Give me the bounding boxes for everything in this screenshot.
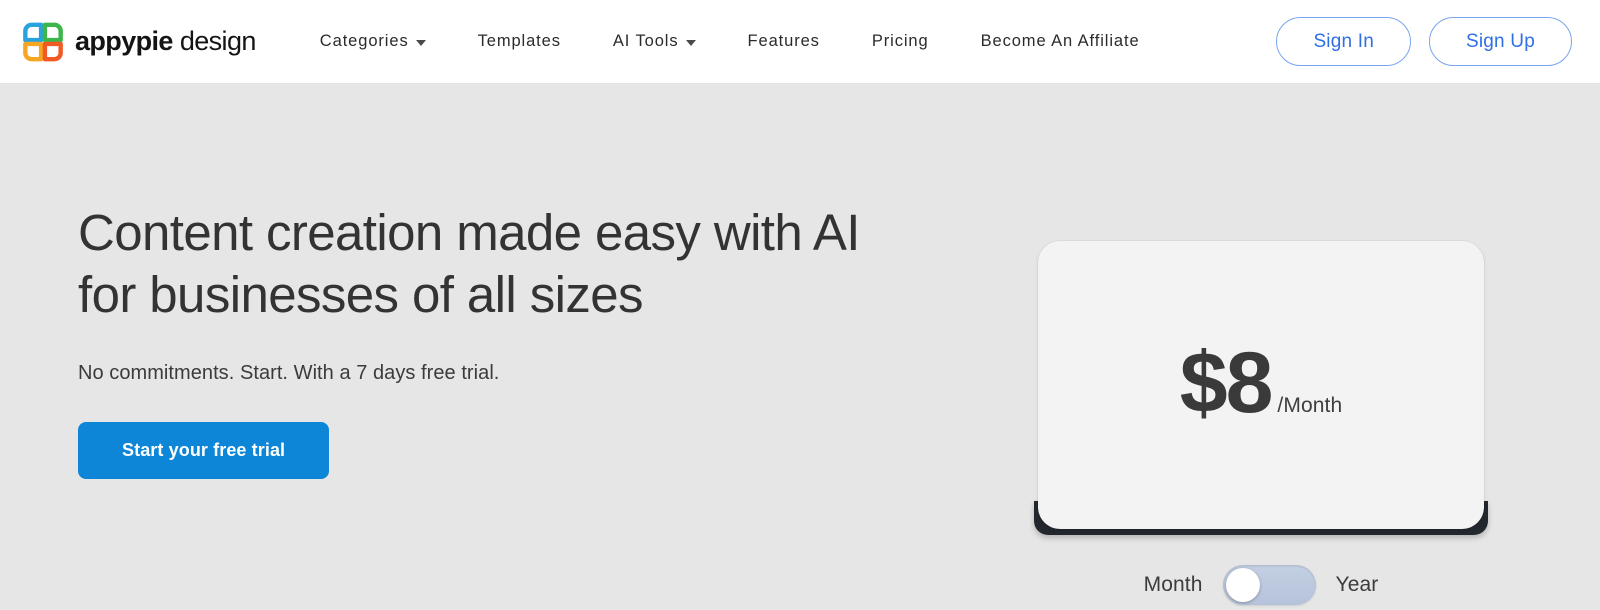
headline-line-1: Content creation made easy with AI xyxy=(78,204,860,261)
nav-label-categories: Categories xyxy=(319,32,409,50)
site-header: appypie design Categories Templates AI To… xyxy=(0,0,1600,84)
price-display: $8 /Month xyxy=(1180,340,1342,426)
nav-label-ai-tools: AI Tools xyxy=(612,32,679,50)
chevron-down-icon xyxy=(415,40,426,46)
brand-name-bold: appypie xyxy=(75,26,173,56)
hero-subtitle: No commitments. Start. With a 7 days fre… xyxy=(78,362,500,385)
page-title: Content creation made easy with AI for b… xyxy=(78,202,958,326)
nav-label-features: Features xyxy=(747,32,820,50)
main-navigation: Categories Templates AI Tools Features P… xyxy=(294,22,1277,61)
brand-name-light: design xyxy=(179,26,257,56)
hero-copy-block: Content creation made easy with AI for b… xyxy=(78,202,978,480)
billing-label-year[interactable]: Year xyxy=(1336,573,1379,597)
appypie-pinwheel-logo-icon xyxy=(23,22,63,61)
nav-label-templates: Templates xyxy=(477,32,561,50)
nav-item-features[interactable]: Features xyxy=(722,22,846,61)
nav-item-templates[interactable]: Templates xyxy=(452,22,587,61)
price-card: $8 /Month xyxy=(1038,241,1484,529)
brand-wordmark: appypie design xyxy=(75,28,256,55)
price-card-wrapper: $8 /Month xyxy=(1034,241,1488,535)
brand-logo-link[interactable]: appypie design xyxy=(22,21,256,63)
switch-knob xyxy=(1225,568,1260,602)
hero-section: Content creation made easy with AI for b… xyxy=(0,84,1600,610)
nav-label-become-an-affiliate: Become An Affiliate xyxy=(980,32,1140,50)
nav-item-ai-tools[interactable]: AI Tools xyxy=(587,22,722,61)
billing-period-switch[interactable] xyxy=(1222,565,1316,605)
nav-label-pricing: Pricing xyxy=(871,32,929,50)
chevron-down-icon xyxy=(685,40,696,46)
nav-item-categories[interactable]: Categories xyxy=(294,22,452,61)
headline-line-2: for businesses of all sizes xyxy=(78,266,644,324)
sign-up-button[interactable]: Sign Up xyxy=(1429,16,1572,67)
nav-item-become-an-affiliate[interactable]: Become An Affiliate xyxy=(955,22,1166,61)
billing-period-toggle-group: Month Year xyxy=(1038,565,1484,605)
nav-item-pricing[interactable]: Pricing xyxy=(846,22,955,61)
price-amount: $8 xyxy=(1179,335,1274,431)
pricing-panel: $8 /Month Month Year xyxy=(1034,241,1488,605)
page-root: appypie design Categories Templates AI To… xyxy=(0,0,1600,610)
sign-in-button[interactable]: Sign In xyxy=(1276,16,1411,67)
billing-label-month[interactable]: Month xyxy=(1144,573,1203,597)
price-period: /Month xyxy=(1277,394,1343,417)
auth-actions: Sign In Sign Up xyxy=(1276,16,1572,67)
start-free-trial-button[interactable]: Start your free trial xyxy=(78,422,330,480)
